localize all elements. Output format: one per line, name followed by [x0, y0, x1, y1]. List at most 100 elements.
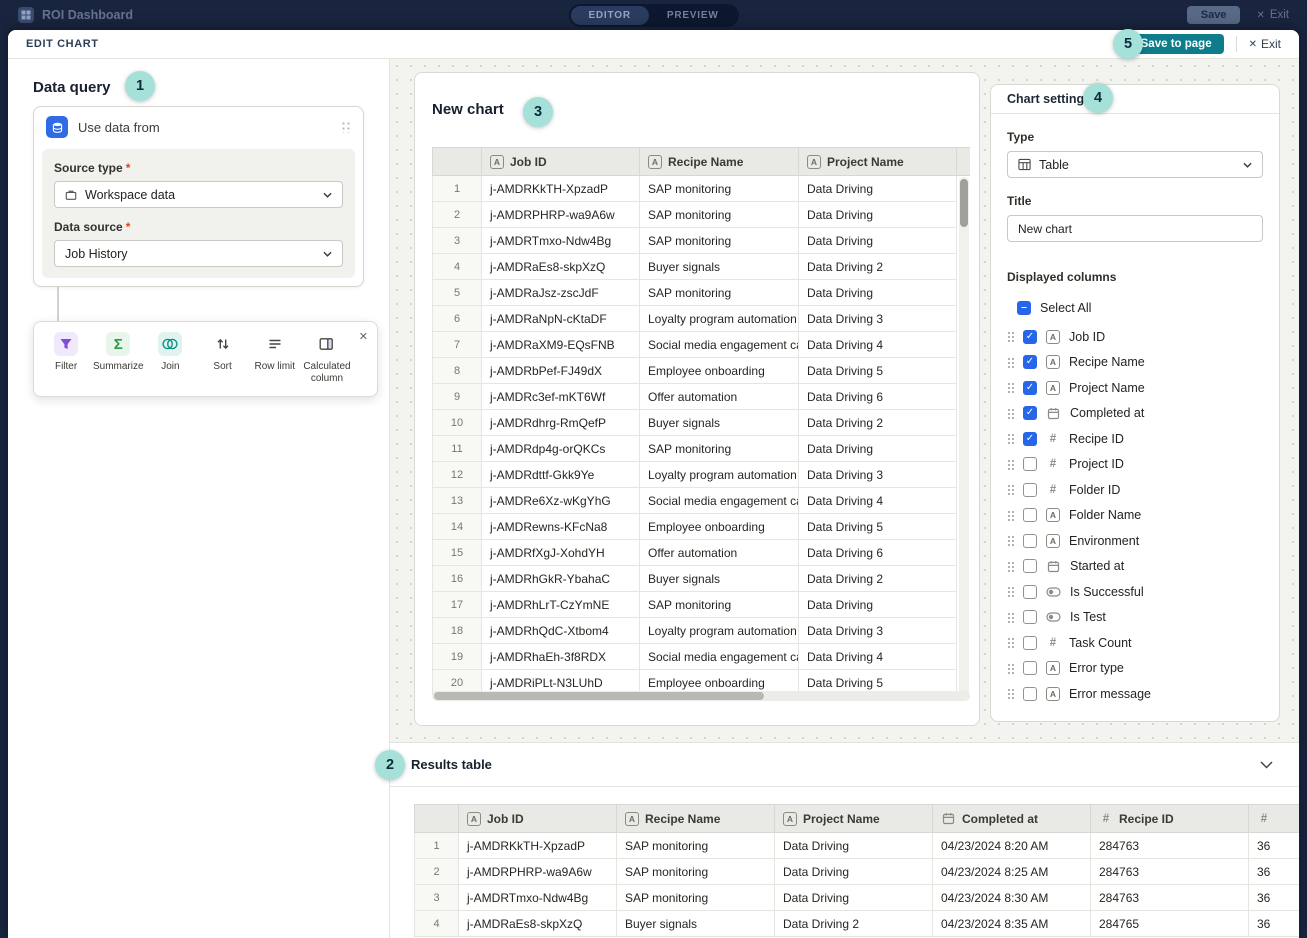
drag-handle-icon[interactable] — [1007, 357, 1014, 368]
table-cell: 284763 — [1091, 859, 1249, 885]
drag-handle-icon[interactable] — [1007, 459, 1014, 470]
column-checkbox[interactable] — [1023, 687, 1037, 701]
column-checkbox[interactable] — [1023, 483, 1037, 497]
horizontal-scrollbar[interactable] — [432, 691, 970, 701]
modal-exit-button[interactable]: ✕Exit — [1249, 37, 1281, 51]
table-cell: j-AMDRaEs8-skpXzQ — [459, 911, 617, 937]
save-button[interactable]: Save — [1187, 6, 1241, 24]
table-cell: Social media engagement car — [640, 332, 799, 358]
text-type-icon: A — [648, 155, 662, 169]
vertical-scrollbar[interactable] — [959, 177, 969, 699]
tab-preview[interactable]: PREVIEW — [649, 6, 737, 25]
source-type-select[interactable]: Workspace data — [54, 181, 343, 208]
column-header-label: Recipe Name — [645, 812, 720, 826]
scrollbar-thumb[interactable] — [960, 179, 968, 227]
displayed-column-row[interactable]: AFolder Name — [1007, 503, 1263, 529]
column-checkbox[interactable] — [1023, 330, 1037, 344]
column-label: Recipe Name — [1069, 355, 1145, 369]
table-cell: j-AMDRPHRP-wa9A6w — [459, 859, 617, 885]
tab-editor[interactable]: EDITOR — [570, 6, 648, 25]
displayed-column-row[interactable]: Started at — [1007, 554, 1263, 580]
results-table-header[interactable]: Results table — [390, 743, 1299, 787]
exit-button[interactable]: ✕Exit — [1256, 9, 1289, 21]
displayed-column-row[interactable]: #Recipe ID — [1007, 426, 1263, 452]
drag-handle-icon[interactable] — [1007, 561, 1014, 572]
use-data-from-card[interactable]: Use data from Source type* Workspace dat… — [33, 106, 364, 287]
drag-handle-icon[interactable] — [1007, 586, 1014, 597]
displayed-column-row[interactable]: ARecipe Name — [1007, 350, 1263, 376]
data-source-select[interactable]: Job History — [54, 240, 343, 267]
table-row: 7j-AMDRaXM9-EQsFNBSocial media engagemen… — [433, 332, 971, 358]
displayed-column-row[interactable]: AProject Name — [1007, 375, 1263, 401]
table-cell: j-AMDRhQdC-Xtbom4 — [482, 618, 640, 644]
drag-handle-icon[interactable] — [1007, 484, 1014, 495]
text-type-icon: A — [783, 812, 797, 826]
displayed-column-row[interactable]: #Project ID — [1007, 452, 1263, 478]
column-checkbox[interactable] — [1023, 559, 1037, 573]
chart-settings-heading: Chart settings — [991, 85, 1279, 114]
drag-handle-icon[interactable] — [1007, 408, 1014, 419]
table-cell: Data Driving — [799, 228, 957, 254]
column-checkbox[interactable] — [1023, 355, 1037, 369]
column-label: Environment — [1069, 534, 1139, 548]
select-all-checkbox[interactable] — [1017, 301, 1031, 315]
drag-handle-icon[interactable] — [1007, 535, 1014, 546]
displayed-column-row[interactable]: AError message — [1007, 681, 1263, 707]
tool-row-limit-button[interactable]: Row limit — [249, 332, 301, 390]
text-type-icon: A — [1046, 330, 1060, 344]
column-header: Completed at — [933, 805, 1091, 833]
chart-title-input[interactable] — [1007, 215, 1263, 242]
drag-handle-icon[interactable] — [1007, 688, 1014, 699]
column-header-label: Job ID — [510, 155, 547, 169]
column-checkbox[interactable] — [1023, 534, 1037, 548]
tool-calculated-column-button[interactable]: Calculated column — [301, 332, 353, 390]
displayed-column-row[interactable]: Is Test — [1007, 605, 1263, 631]
drag-handle-icon[interactable] — [1007, 612, 1014, 623]
select-all-row[interactable]: Select All — [1007, 296, 1263, 320]
column-header: # — [1249, 805, 1300, 833]
displayed-column-row[interactable]: Is Successful — [1007, 579, 1263, 605]
displayed-column-row[interactable]: AJob ID — [1007, 324, 1263, 350]
column-checkbox[interactable] — [1023, 610, 1037, 624]
scrollbar-thumb[interactable] — [434, 692, 764, 700]
drag-handle-icon[interactable] — [1007, 663, 1014, 674]
row-number: 1 — [433, 176, 482, 202]
column-checkbox[interactable] — [1023, 457, 1037, 471]
column-label: Is Successful — [1070, 585, 1144, 599]
drag-handle-icon[interactable] — [1007, 382, 1014, 393]
row-number: 2 — [415, 859, 459, 885]
tool-sort-button[interactable]: Sort — [197, 332, 249, 390]
table-cell: 04/23/2024 8:30 AM — [933, 885, 1091, 911]
tool-join-button[interactable]: Join — [144, 332, 196, 390]
column-checkbox[interactable] — [1023, 381, 1037, 395]
drag-handle-icon[interactable] — [1007, 637, 1014, 648]
chart-type-select[interactable]: Table — [1007, 151, 1263, 178]
displayed-column-row[interactable]: AError type — [1007, 656, 1263, 682]
column-checkbox[interactable] — [1023, 585, 1037, 599]
drag-handle-icon[interactable] — [341, 121, 351, 133]
displayed-columns-list: AJob IDARecipe NameAProject NameComplete… — [1007, 324, 1263, 707]
column-checkbox[interactable] — [1023, 432, 1037, 446]
column-checkbox[interactable] — [1023, 661, 1037, 675]
tool-summarize-button[interactable]: ΣSummarize — [92, 332, 144, 390]
column-header-label: Completed at — [962, 812, 1038, 826]
text-type-icon: A — [490, 155, 504, 169]
close-icon[interactable]: ✕ — [359, 330, 368, 343]
collapse-chevron-icon[interactable] — [1260, 761, 1273, 769]
drag-handle-icon[interactable] — [1007, 433, 1014, 444]
displayed-column-row[interactable]: #Task Count — [1007, 630, 1263, 656]
row-number-header — [415, 805, 459, 833]
column-checkbox[interactable] — [1023, 636, 1037, 650]
table-row: 14j-AMDRewns-KFcNa8Employee onboardingDa… — [433, 514, 971, 540]
displayed-column-row[interactable]: Completed at — [1007, 401, 1263, 427]
column-label: Recipe ID — [1069, 432, 1124, 446]
table-row: 9j-AMDRc3ef-mKT6WfOffer automationData D… — [433, 384, 971, 410]
column-checkbox[interactable] — [1023, 406, 1037, 420]
displayed-column-row[interactable]: #Folder ID — [1007, 477, 1263, 503]
column-checkbox[interactable] — [1023, 508, 1037, 522]
table-row: 3j-AMDRTmxo-Ndw4BgSAP monitoringData Dri… — [433, 228, 971, 254]
tool-filter-button[interactable]: Filter — [40, 332, 92, 390]
drag-handle-icon[interactable] — [1007, 331, 1014, 342]
drag-handle-icon[interactable] — [1007, 510, 1014, 521]
displayed-column-row[interactable]: AEnvironment — [1007, 528, 1263, 554]
